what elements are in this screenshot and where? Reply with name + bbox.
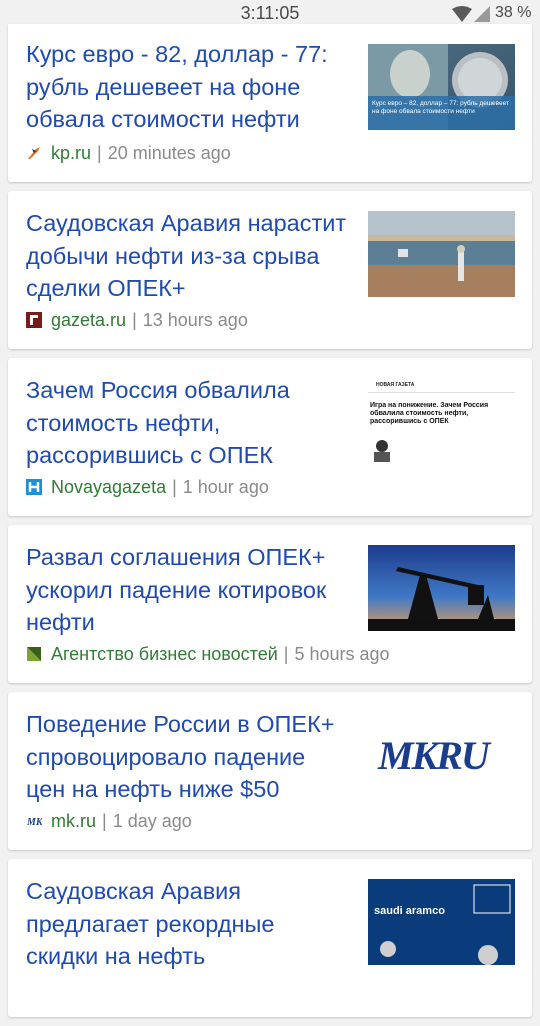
news-source-row: MK mk.ru | 1 day ago: [26, 810, 192, 832]
separator: |: [97, 142, 102, 163]
novayagazeta-logo-icon: [26, 479, 42, 495]
thumbnail-caption: Игра на понижение. Зачем Россия обвалила…: [370, 402, 489, 425]
news-time: 20 minutes ago: [107, 142, 231, 163]
news-source-name[interactable]: gazeta.ru: [51, 310, 126, 331]
mk-logo: MKRU: [378, 733, 490, 778]
news-headline[interactable]: Саудовская Аравия предлагает рекордные с…: [26, 875, 351, 973]
news-card[interactable]: Поведение России в ОПЕК+ спровоцировало …: [8, 692, 532, 850]
news-headline[interactable]: Поведение России в ОПЕК+ спровоцировало …: [26, 708, 351, 806]
signal-icon: [474, 6, 490, 22]
thumbnail-caption: Курс евро – 82, доллар – 77: рубль дешев…: [372, 100, 510, 115]
abn-logo-icon: [27, 647, 41, 661]
news-source-name[interactable]: Агентство бизнес новостей: [51, 644, 278, 665]
news-source-row: kp.ru | 20 minutes ago: [26, 142, 231, 164]
news-thumbnail[interactable]: НОВАЯ ГАЗЕТА Игра на понижение. Зачем Ро…: [368, 378, 515, 464]
author-avatar: [374, 440, 390, 462]
news-thumbnail[interactable]: MKRU: [368, 712, 515, 798]
news-card[interactable]: Курс евро - 82, доллар - 77: рубль дешев…: [8, 24, 532, 182]
news-source-row: Агентство бизнес новостей | 5 hours ago: [26, 643, 390, 665]
separator: |: [132, 309, 137, 330]
news-source-name[interactable]: Novayagazeta: [51, 477, 166, 498]
wifi-icon: [452, 6, 472, 22]
news-time: 1 hour ago: [182, 476, 269, 497]
gazeta-logo-icon: [26, 312, 42, 328]
news-headline[interactable]: Саудовская Аравия нарастит добычи нефти …: [26, 207, 351, 305]
separator: |: [172, 476, 177, 497]
news-headline[interactable]: Зачем Россия обвалила стоимость нефти, р…: [26, 374, 351, 472]
news-source-row: Novayagazeta | 1 hour ago: [26, 476, 269, 498]
kp-logo-icon: [28, 147, 40, 159]
news-time: 1 day ago: [112, 810, 192, 831]
news-source-name[interactable]: mk.ru: [51, 811, 96, 832]
news-source-row: gazeta.ru | 13 hours ago: [26, 309, 248, 331]
news-feed[interactable]: Курс евро - 82, доллар - 77: рубль дешев…: [8, 24, 532, 1026]
mk-logo-icon: MK: [26, 813, 42, 829]
news-thumbnail[interactable]: [368, 545, 515, 631]
news-headline[interactable]: Курс евро - 82, доллар - 77: рубль дешев…: [26, 38, 351, 136]
news-time: 5 hours ago: [294, 643, 390, 664]
news-card[interactable]: Саудовская Аравия нарастит добычи нефти …: [8, 191, 532, 349]
news-thumbnail[interactable]: saudi aramco: [368, 879, 515, 965]
news-source-name[interactable]: kp.ru: [51, 143, 91, 164]
news-card[interactable]: Зачем Россия обвалила стоимость нефти, р…: [8, 358, 532, 516]
thumbnail-brand: НОВАЯ ГАЗЕТА: [376, 382, 415, 388]
news-headline[interactable]: Развал соглашения ОПЕК+ ускорил падение …: [26, 541, 351, 639]
news-thumbnail[interactable]: Курс евро – 82, доллар – 77: рубль дешев…: [368, 44, 515, 130]
news-thumbnail[interactable]: [368, 211, 515, 297]
svg-text:MK: MK: [26, 817, 42, 828]
news-card[interactable]: Развал соглашения ОПЕК+ ускорил падение …: [8, 525, 532, 683]
thumbnail-brand: saudi aramco: [374, 905, 445, 917]
separator: |: [283, 643, 289, 664]
news-time: 13 hours ago: [142, 309, 248, 330]
news-card[interactable]: Саудовская Аравия предлагает рекордные с…: [8, 859, 532, 1017]
separator: |: [102, 810, 107, 831]
battery-level: 38 %: [495, 4, 532, 21]
